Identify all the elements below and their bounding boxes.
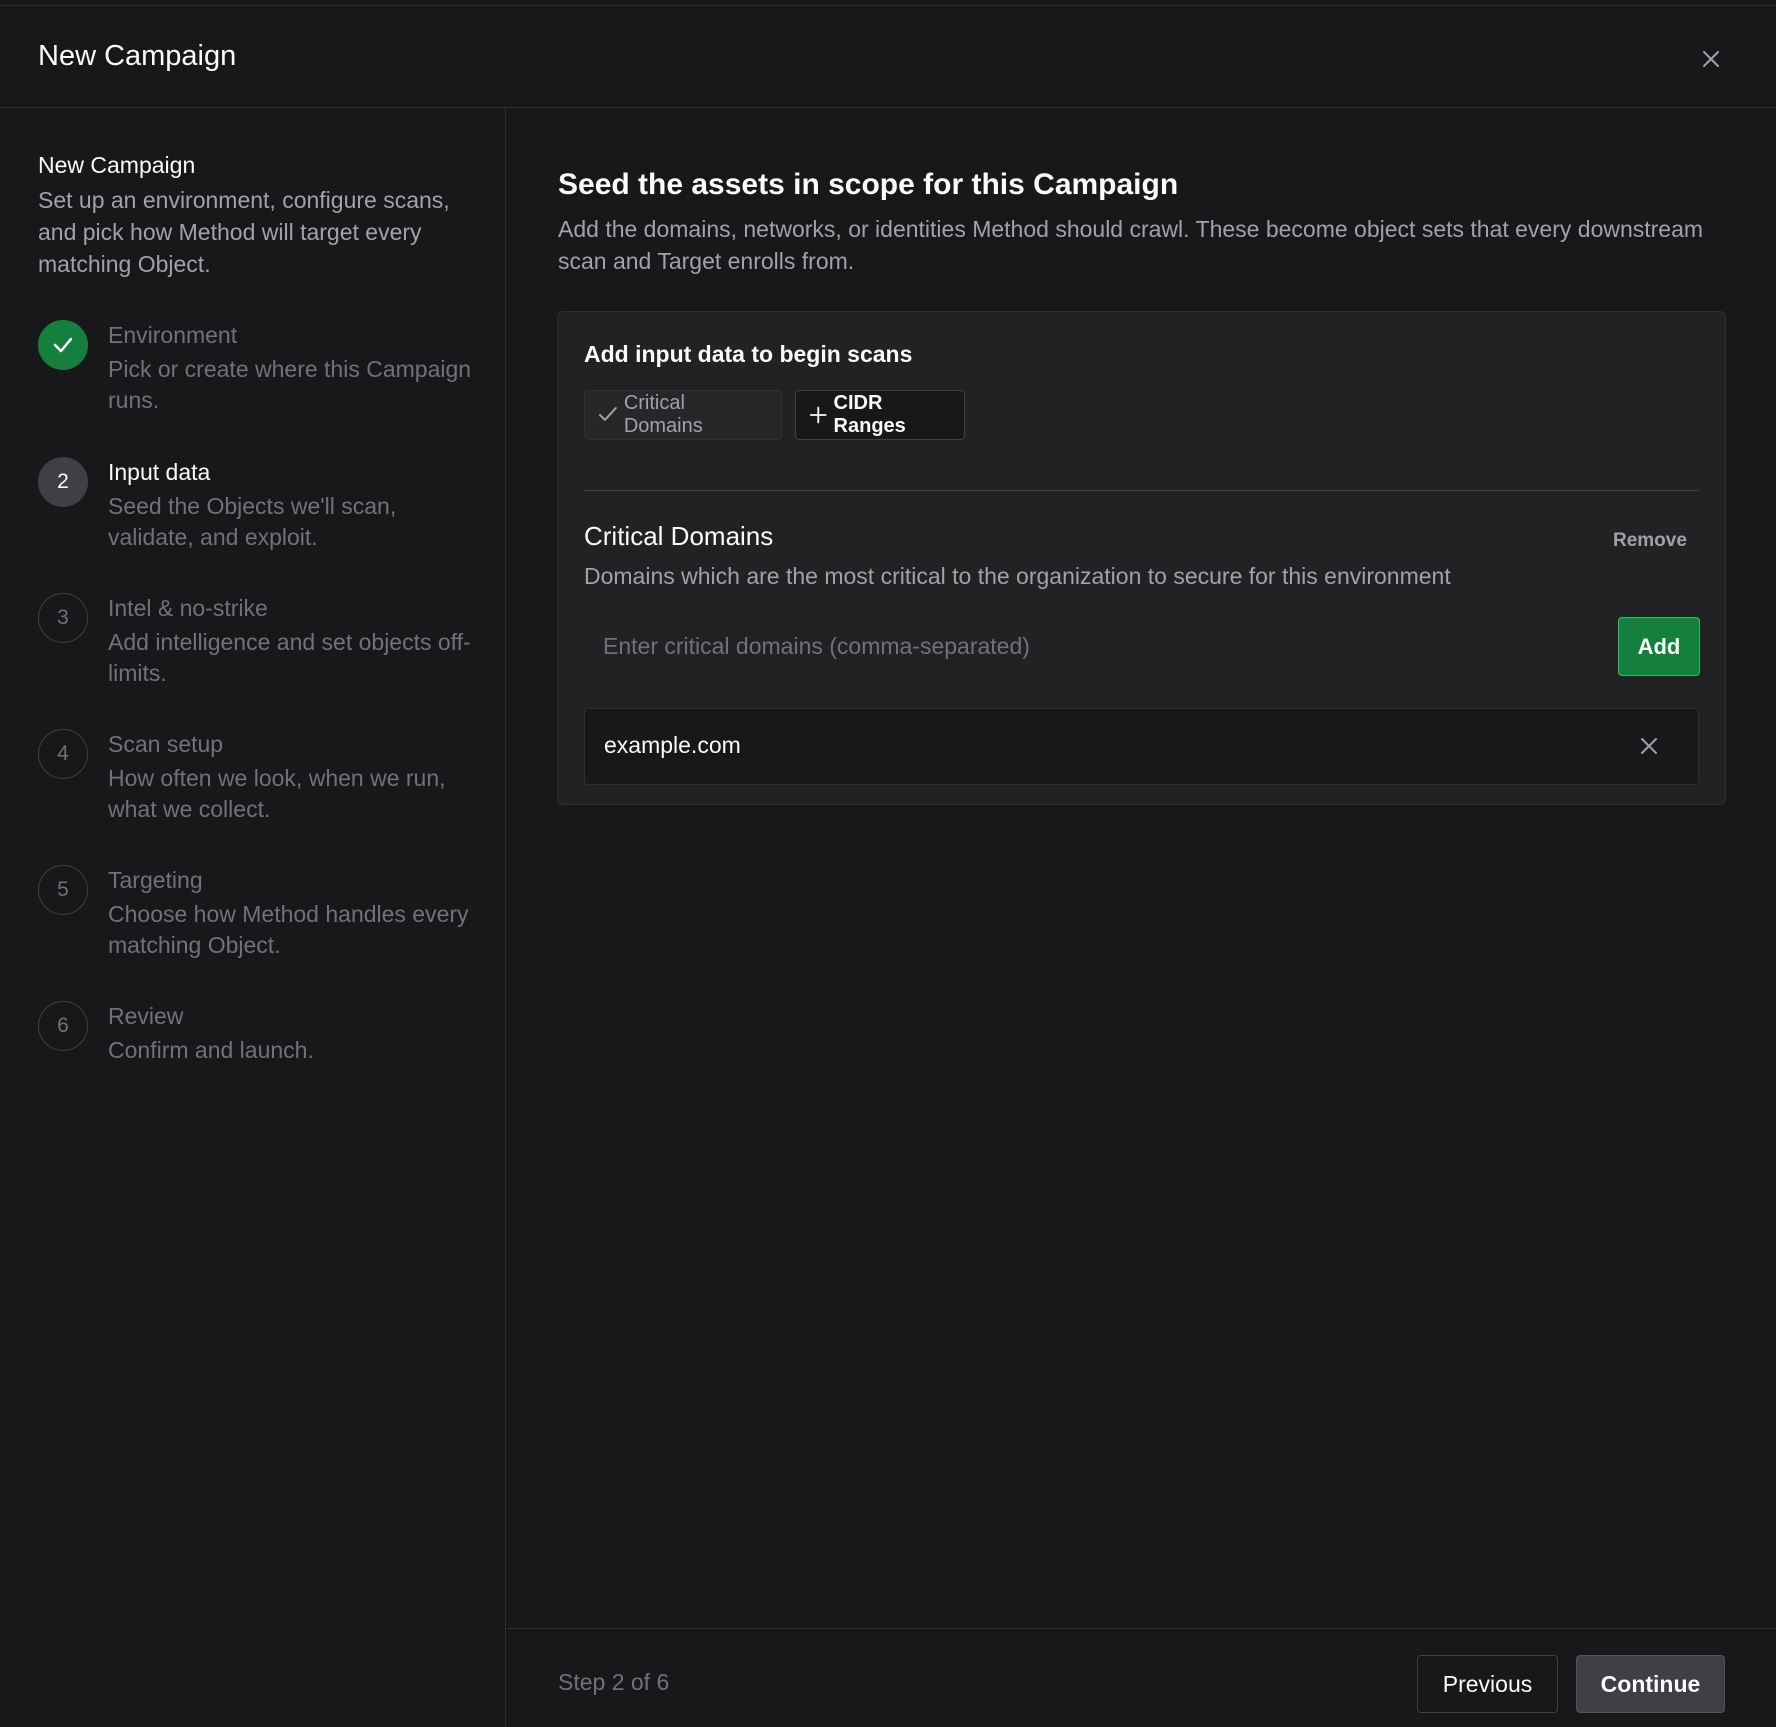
step-description: How often we look, when we run, what we … [108, 765, 446, 822]
check-icon [598, 407, 617, 421]
step-description: Seed the Objects we'll scan, validate, a… [108, 493, 397, 550]
step-label: Environment [108, 322, 238, 348]
chip-label: CIDR Ranges [833, 392, 906, 437]
step-label: Review [108, 1003, 184, 1029]
previous-button[interactable]: Previous [1417, 1655, 1558, 1713]
step-number: 3 [38, 593, 88, 643]
remove-section-button[interactable]: Remove [1613, 530, 1687, 552]
critical-domains-input[interactable] [584, 617, 1618, 675]
continue-button[interactable]: Continue [1576, 1655, 1725, 1713]
cidr-ranges-chip[interactable]: CIDR Ranges [795, 390, 965, 440]
step-label: Scan setup [108, 731, 224, 757]
dialog-title: New Campaign [38, 40, 237, 72]
close-icon [1641, 738, 1657, 754]
close-icon [1703, 51, 1719, 67]
divider [584, 490, 1699, 491]
steps-sidebar: New Campaign Set up an environment, conf… [0, 108, 506, 1727]
critical-domains-chip[interactable]: Critical Domains [584, 390, 782, 440]
domain-list-item: example.com [584, 708, 1699, 785]
step-label: Intel & no-strike [108, 595, 268, 621]
step-number: 4 [38, 729, 88, 779]
chip-label: Critical Domains [623, 392, 703, 437]
step-description: Choose how Method handles every matching… [108, 901, 469, 958]
step-label: Targeting [108, 867, 203, 893]
step-number: 2 [38, 457, 88, 507]
dialog-footer: Step 2 of 6 Previous Continue [507, 1628, 1776, 1727]
step-number: 5 [38, 865, 88, 915]
main-panel: Seed the assets in scope for this Campai… [507, 108, 1776, 1727]
close-button[interactable] [1696, 44, 1726, 74]
input-data-card: Add input data to begin scans Critical D… [557, 311, 1726, 805]
page-description: Add the domains, networks, or identities… [558, 216, 1704, 274]
plus-icon [809, 406, 827, 424]
remove-domain-button[interactable] [1634, 731, 1664, 761]
sidebar-description: Set up an environment, configure scans, … [38, 187, 450, 277]
card-title: Add input data to begin scans [584, 341, 913, 367]
section-description: Domains which are the most critical to t… [584, 563, 1451, 589]
step-label: Input data [108, 459, 211, 485]
step-description: Confirm and launch. [108, 1037, 314, 1063]
step-1-status [38, 320, 88, 370]
step-description: Add intelligence and set objects off-lim… [108, 629, 471, 686]
domain-value: example.com [604, 732, 741, 758]
step-number: 6 [38, 1001, 88, 1051]
add-domain-button[interactable]: Add [1618, 617, 1700, 676]
section-title: Critical Domains [584, 521, 774, 551]
page-title: Seed the assets in scope for this Campai… [558, 168, 1179, 201]
check-icon [53, 337, 73, 353]
dialog-header: New Campaign [0, 6, 1776, 108]
new-campaign-dialog: New Campaign New Campaign Set up an envi… [0, 5, 1776, 1727]
sidebar-title: New Campaign [38, 152, 196, 178]
step-description: Pick or create where this Campaign runs. [108, 356, 472, 413]
step-indicator: Step 2 of 6 [558, 1669, 670, 1695]
